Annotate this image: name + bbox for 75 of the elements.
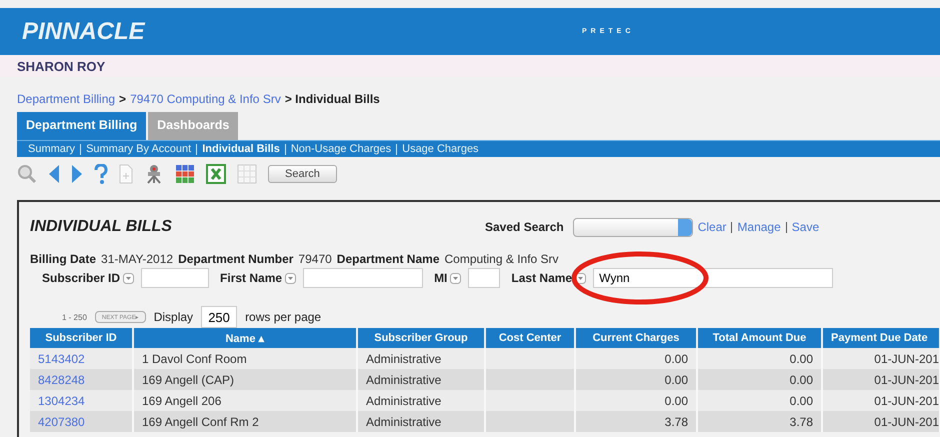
dropdown-icon[interactable] — [123, 272, 134, 284]
info-value: Computing & Info Srv — [444, 252, 559, 266]
tab[interactable]: Department Billing — [17, 112, 146, 140]
filter-field[interactable]: Wynn — [593, 268, 834, 288]
filter-label: MI — [434, 271, 448, 285]
column-header[interactable]: Current Charges — [575, 328, 697, 348]
column-header[interactable]: Subscriber Group — [357, 328, 485, 348]
breadcrumb-link[interactable]: 79470 Computing & Info Srv — [130, 92, 281, 110]
panel-title: INDIVIDUAL BILLS — [30, 218, 173, 236]
filter-label: Last Name — [511, 271, 572, 285]
breadcrumb-text: > — [119, 92, 126, 108]
rows-per-page-field[interactable]: 250 — [201, 306, 238, 328]
subnav-link[interactable]: Usage Charges — [397, 143, 484, 155]
column-header[interactable]: Payment Due Date — [822, 328, 940, 348]
user-name: SHARON ROY — [17, 58, 106, 74]
subnav-link[interactable]: Summary — [23, 143, 80, 155]
rows-label: rows per page — [245, 310, 322, 324]
table-cell: 0.00 — [790, 352, 813, 366]
panel-link[interactable]: Clear — [698, 220, 726, 234]
table-cell: Administrative — [366, 414, 442, 428]
table-cell: 169 Angell (CAP) — [142, 372, 234, 386]
table-cell: 01-JUN-201 — [874, 414, 938, 428]
saved-search-label: Saved Search — [485, 220, 564, 234]
table-cell: Administrative — [366, 372, 442, 386]
breadcrumb-text: > Individual Bills — [284, 92, 380, 108]
table-cell: 3.78 — [790, 414, 813, 428]
dropdown-icon[interactable] — [450, 272, 462, 284]
column-header[interactable]: Cost Center — [485, 328, 575, 348]
search-button[interactable]: Search — [268, 165, 337, 183]
info-label: Department Number — [178, 252, 294, 266]
info-label: Department Name — [336, 252, 440, 266]
filter-field[interactable] — [141, 268, 210, 288]
tab[interactable]: Dashboards — [148, 112, 238, 140]
table-cell: 3.78 — [664, 414, 688, 428]
new-document-icon[interactable] — [119, 164, 133, 184]
table-cell: 01-JUN-201 — [874, 394, 938, 408]
table-cell: 0.00 — [664, 394, 688, 408]
range-text: 1 - 250 — [62, 312, 87, 322]
subnav-link[interactable]: Individual Bills — [197, 143, 285, 155]
subnav-link[interactable]: Non-Usage Charges — [286, 143, 396, 155]
column-header[interactable]: Name ▴ — [133, 328, 357, 348]
panel-link[interactable]: Manage — [737, 220, 781, 234]
filter-label: First Name — [220, 271, 282, 285]
filter-label: Subscriber ID — [42, 271, 120, 285]
table-cell: 0.00 — [664, 372, 688, 386]
info-value: 31-MAY-2012 — [101, 252, 174, 266]
column-header[interactable]: Subscriber ID — [30, 328, 133, 348]
table-cell: Administrative — [366, 352, 442, 366]
saved-search-select[interactable] — [572, 218, 693, 236]
spreadsheet-icon[interactable] — [206, 164, 226, 184]
search-icon[interactable] — [17, 164, 37, 184]
table-cell: 0.00 — [790, 372, 813, 386]
help-icon[interactable] — [94, 164, 108, 184]
column-header[interactable]: Total Amount Due — [697, 328, 822, 348]
dropdown-icon[interactable] — [285, 272, 296, 284]
table-cell: 0.00 — [664, 352, 688, 366]
table-cell: 169 Angell 206 — [142, 394, 222, 408]
subnav-link[interactable]: Summary By Account — [81, 143, 196, 155]
display-label: Display — [154, 310, 194, 324]
table-cell: 169 Angell Conf Rm 2 — [142, 414, 259, 428]
filter-field[interactable] — [468, 268, 500, 288]
table-cell: 01-JUN-201 — [874, 352, 938, 366]
forward-arrow-icon[interactable] — [71, 164, 83, 184]
table-cell: Administrative — [366, 394, 442, 408]
info-label: Billing Date — [30, 252, 96, 266]
info-value: 79470 — [298, 252, 332, 266]
back-arrow-icon[interactable] — [48, 164, 60, 184]
filter-field[interactable] — [303, 268, 424, 288]
table-cell: 1 Davol Conf Room — [142, 352, 247, 366]
colored-grid-icon[interactable] — [175, 164, 195, 184]
breadcrumb-link[interactable]: Department Billing — [17, 92, 116, 110]
table-cell: 0.00 — [790, 394, 813, 408]
app-logo: PINNACLE — [22, 18, 146, 46]
table-cell: 01-JUN-201 — [874, 372, 938, 386]
panel-link[interactable]: Save — [792, 220, 820, 234]
